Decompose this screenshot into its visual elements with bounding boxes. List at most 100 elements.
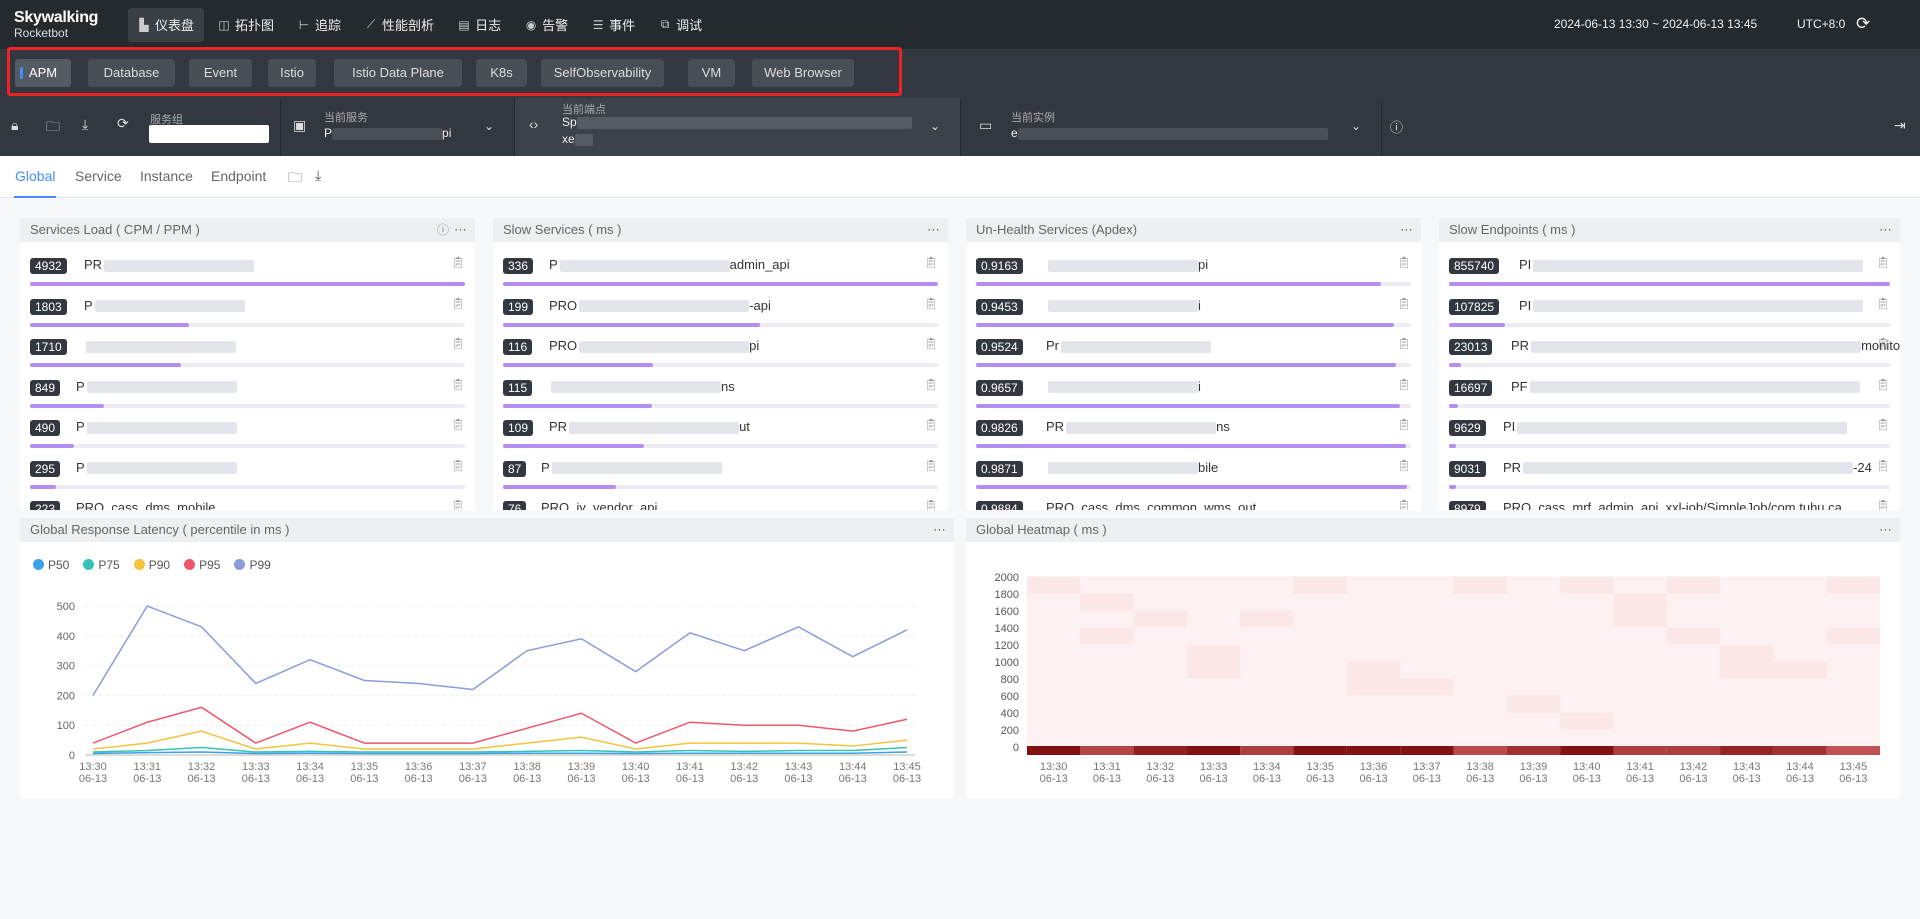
heatmap-cell[interactable] xyxy=(1346,746,1401,755)
heatmap-cell[interactable] xyxy=(1613,746,1667,755)
list-item[interactable]: 109 PR ut 📋︎ xyxy=(503,414,938,454)
heatmap-cell[interactable] xyxy=(1560,746,1614,755)
legend-item[interactable]: P75 xyxy=(83,558,120,572)
heatmap-cell[interactable] xyxy=(1186,746,1241,755)
heatmap-cell[interactable] xyxy=(1240,746,1294,755)
tab-service[interactable]: Service xyxy=(75,168,122,184)
copy-icon[interactable]: 📋︎ xyxy=(451,459,465,472)
heatmap-cell[interactable] xyxy=(1293,746,1347,755)
lock-icon[interactable]: 🔒︎ xyxy=(11,117,18,134)
list-item[interactable]: 336 Padmin_api 📋︎ xyxy=(503,252,938,292)
list-item[interactable]: 9629 PI 📋︎ xyxy=(1449,414,1890,454)
list-item[interactable]: 223 PRO_cass_dms_mobile 📋︎ xyxy=(30,495,465,510)
copy-icon[interactable]: 📋︎ xyxy=(1397,378,1411,391)
logo[interactable]: Skywalking Rocketbot xyxy=(0,10,128,40)
more-icon[interactable]: ⋯ xyxy=(933,518,946,542)
list-item[interactable]: 0.9453 i 📋︎ xyxy=(976,293,1411,333)
copy-icon[interactable]: 📋︎ xyxy=(1876,337,1890,350)
copy-icon[interactable]: 📋︎ xyxy=(1397,297,1411,310)
heatmap-cell[interactable] xyxy=(1133,746,1187,755)
tab-endpoint[interactable]: Endpoint xyxy=(211,168,266,184)
list-item[interactable]: 116 PRO pi 📋︎ xyxy=(503,333,938,373)
nav-item-7[interactable]: ⧉ 调试 xyxy=(649,8,712,42)
list-item[interactable]: 0.9524 Pr 📋︎ xyxy=(976,333,1411,373)
list-item[interactable]: 490 P 📋︎ xyxy=(30,414,465,454)
copy-icon[interactable]: 📋︎ xyxy=(924,337,938,350)
list-item[interactable]: 1710 📋︎ xyxy=(30,333,465,373)
heatmap-cell[interactable] xyxy=(1666,746,1721,755)
copy-icon[interactable]: 📋︎ xyxy=(1876,459,1890,472)
list-item[interactable]: 23013 PRmonitorJob-12📋︎ xyxy=(1449,333,1900,373)
info-icon[interactable]: ⓘ xyxy=(437,218,449,242)
current-endpoint-select[interactable]: ‹› 当前端点 Sp xe ⌄ xyxy=(514,98,960,156)
collapse-button[interactable]: ⇥ xyxy=(1880,98,1920,156)
copy-icon[interactable]: 📋︎ xyxy=(924,378,938,391)
list-item[interactable]: 0.9163 pi 📋︎ xyxy=(976,252,1411,292)
nav-item-0[interactable]: ▙ 仪表盘 xyxy=(128,7,205,42)
refresh-icon[interactable]: ⟳ xyxy=(1856,14,1870,34)
nav-item-4[interactable]: ▤ 日志 xyxy=(448,8,511,42)
list-item[interactable]: 87 P 📋︎ xyxy=(503,455,938,495)
copy-icon[interactable]: 📋︎ xyxy=(451,297,465,310)
list-item[interactable]: 855740 PI 📋︎ xyxy=(1449,252,1890,292)
list-item[interactable]: 0.9826 PR ns 📋︎ xyxy=(976,414,1411,454)
legend-item[interactable]: P50 xyxy=(33,558,69,572)
list-item[interactable]: 849 P 📋︎ xyxy=(30,374,465,414)
list-item[interactable]: 1803 P 📋︎ xyxy=(30,293,465,333)
current-instance-select[interactable]: ▭ 当前实例 e ⌄ xyxy=(960,98,1381,156)
copy-icon[interactable]: 📋︎ xyxy=(451,337,465,350)
list-item[interactable]: 16697 PF 📋︎ xyxy=(1449,374,1890,414)
folder-icon[interactable]: 🗀 xyxy=(46,116,60,140)
list-item[interactable]: 8979 PRO_cass_mrf_admin_api_xxl-job/Simpl… xyxy=(1449,495,1890,510)
copy-icon[interactable]: 📋︎ xyxy=(924,459,938,472)
info-button[interactable]: ⓘ xyxy=(1381,98,1411,156)
nav-item-6[interactable]: ☰ 事件 xyxy=(582,8,645,42)
download-icon[interactable]: ⤓ xyxy=(315,167,321,184)
timezone[interactable]: UTC+8:0 xyxy=(1797,17,1845,31)
copy-icon[interactable]: 📋︎ xyxy=(1876,297,1890,310)
copy-icon[interactable]: 📋︎ xyxy=(1397,337,1411,350)
heatmap-cell[interactable] xyxy=(1080,746,1134,755)
copy-icon[interactable]: 📋︎ xyxy=(451,378,465,391)
copy-icon[interactable]: 📋︎ xyxy=(1876,256,1890,269)
heatmap-cell[interactable] xyxy=(1506,746,1561,755)
copy-icon[interactable]: 📋︎ xyxy=(924,297,938,310)
copy-icon[interactable]: 📋︎ xyxy=(451,418,465,431)
heatmap-cell[interactable] xyxy=(1453,746,1507,755)
folder-icon[interactable]: 🗀 xyxy=(288,167,302,191)
heatmap-cell[interactable] xyxy=(1400,746,1454,755)
copy-icon[interactable]: 📋︎ xyxy=(1876,418,1890,431)
reload-icon[interactable]: ⟳ xyxy=(117,115,129,132)
legend-item[interactable]: P95 xyxy=(184,558,220,572)
legend-item[interactable]: P99 xyxy=(234,558,271,572)
copy-icon[interactable]: 📋︎ xyxy=(1876,378,1890,391)
more-icon[interactable]: ⋯ xyxy=(1879,218,1892,242)
list-item[interactable]: 295 P 📋︎ xyxy=(30,455,465,495)
legend-item[interactable]: P90 xyxy=(133,558,170,572)
tab-global[interactable]: Global xyxy=(15,168,55,184)
nav-item-3[interactable]: ⟋ 性能剖析 xyxy=(355,8,444,42)
more-icon[interactable]: ⋯ xyxy=(454,218,467,242)
copy-icon[interactable]: 📋︎ xyxy=(1397,418,1411,431)
copy-icon[interactable]: 📋︎ xyxy=(924,256,938,269)
heatmap-cell[interactable] xyxy=(1826,746,1880,755)
current-service-select[interactable]: ▣ 当前服务 Ppi ⌄ xyxy=(280,98,505,156)
copy-icon[interactable]: 📋︎ xyxy=(451,256,465,269)
list-item[interactable]: 76 PRO_jy_vendor_api 📋︎ xyxy=(503,495,938,510)
list-item[interactable]: 4932 PR 📋︎ xyxy=(30,252,465,292)
copy-icon[interactable]: 📋︎ xyxy=(1876,499,1890,510)
heatmap-cell[interactable] xyxy=(1720,746,1774,755)
nav-item-2[interactable]: ⊢ 追踪 xyxy=(288,8,351,42)
list-item[interactable]: 0.9657 i 📋︎ xyxy=(976,374,1411,414)
list-item[interactable]: 9031 PR -24 📋︎ xyxy=(1449,455,1890,495)
time-range[interactable]: 2024-06-13 13:30 ~ 2024-06-13 13:45 xyxy=(1554,17,1757,31)
list-item[interactable]: 115 ns 📋︎ xyxy=(503,374,938,414)
list-item[interactable]: 0.9871 bile 📋︎ xyxy=(976,455,1411,495)
more-icon[interactable]: ⋯ xyxy=(1879,518,1892,542)
list-item[interactable]: 107825 PI 📋︎ xyxy=(1449,293,1890,333)
copy-icon[interactable]: 📋︎ xyxy=(451,499,465,510)
download-icon[interactable]: ⤓ xyxy=(82,116,88,133)
copy-icon[interactable]: 📋︎ xyxy=(924,418,938,431)
copy-icon[interactable]: 📋︎ xyxy=(1397,499,1411,510)
copy-icon[interactable]: 📋︎ xyxy=(924,499,938,510)
